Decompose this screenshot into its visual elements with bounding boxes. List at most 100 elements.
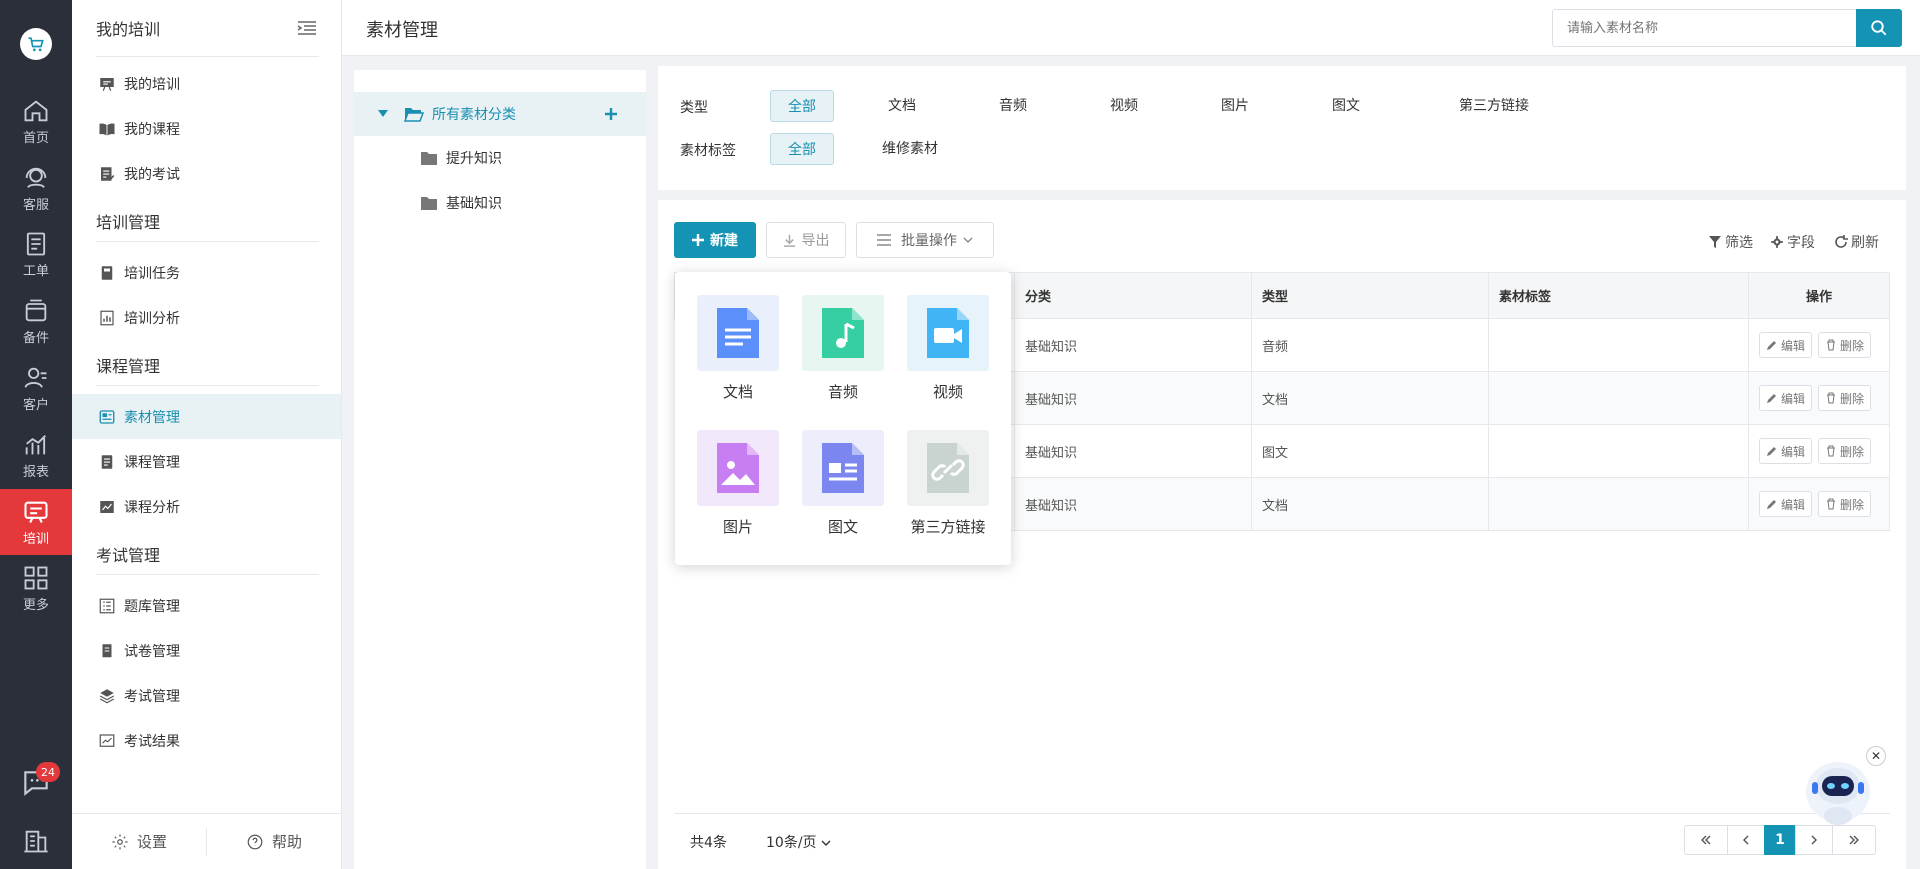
page-number-current[interactable]: 1 <box>1764 825 1796 855</box>
tree-item-label: 提升知识 <box>446 151 502 167</box>
presentation-icon <box>100 77 114 91</box>
filter-panel: 类型 全部 文档 音频 视频 图片 图文 第三方链接 素材标签 全部 维修素材 <box>658 66 1906 190</box>
refresh-button[interactable]: 刷新 <box>1834 232 1879 252</box>
sidebar-item-label: 考试结果 <box>124 733 180 750</box>
help-link[interactable]: 帮助 <box>207 831 341 852</box>
rail-item-report[interactable]: 报表 <box>0 422 72 488</box>
type-option-audio[interactable]: 音频 <box>981 90 1045 122</box>
close-icon[interactable]: ✕ <box>1866 746 1886 766</box>
rail-item-more[interactable]: 更多 <box>0 555 72 621</box>
task-icon <box>101 265 113 280</box>
type-filter-label: 类型 <box>680 100 708 116</box>
export-button[interactable]: 导出 <box>766 222 846 258</box>
app-rail: 首页 客服 工单 备件 客户 报表 培训 更多 24 <box>0 0 72 869</box>
filter-toggle[interactable]: 筛选 <box>1708 232 1753 252</box>
column-header-category[interactable]: 分类 <box>1014 272 1252 319</box>
type-option-link[interactable]: 第三方链接 <box>1448 90 1540 122</box>
edit-button[interactable]: 编辑 <box>1759 491 1813 517</box>
new-link-option[interactable]: 第三方链接 <box>903 430 993 537</box>
sidebar-item-label: 考试管理 <box>124 688 180 705</box>
delete-button[interactable]: 删除 <box>1818 491 1872 517</box>
list-icon <box>877 234 891 246</box>
sidebar-item-my-courses[interactable]: 我的课程 <box>72 106 341 151</box>
prev-page-button[interactable] <box>1727 825 1765 855</box>
download-icon <box>783 234 795 247</box>
type-option-article[interactable]: 图文 <box>1314 90 1378 122</box>
rail-item-ticket[interactable]: 工单 <box>0 221 72 287</box>
sidebar-item-my-training[interactable]: 我的培训 <box>72 61 341 106</box>
edit-button[interactable]: 编辑 <box>1759 385 1813 411</box>
new-image-option[interactable]: 图片 <box>697 430 779 537</box>
edit-button[interactable]: 编辑 <box>1759 332 1813 358</box>
document-icon <box>717 308 759 358</box>
rail-item-customer[interactable]: 客户 <box>0 355 72 421</box>
cell-tag <box>1488 424 1749 478</box>
column-header-type[interactable]: 类型 <box>1251 272 1489 319</box>
collapse-menu-icon[interactable] <box>297 20 317 36</box>
rail-item-service[interactable]: 客服 <box>0 155 72 221</box>
sidebar-item-label: 培训分析 <box>124 310 180 327</box>
type-option-video[interactable]: 视频 <box>1092 90 1156 122</box>
delete-button[interactable]: 删除 <box>1818 438 1872 464</box>
new-button[interactable]: 新建 <box>674 222 756 258</box>
new-document-option[interactable]: 文档 <box>697 295 779 402</box>
sidebar-item-my-exams[interactable]: 我的考试 <box>72 151 341 196</box>
page-size-select[interactable]: 10条/页 <box>766 832 831 852</box>
type-option-image[interactable]: 图片 <box>1203 90 1267 122</box>
rail-item-home[interactable]: 首页 <box>0 88 72 154</box>
delete-label: 删除 <box>1840 338 1865 353</box>
delete-button[interactable]: 删除 <box>1818 385 1872 411</box>
new-article-option[interactable]: 图文 <box>802 430 884 537</box>
sidebar-item-paper-management[interactable]: 试卷管理 <box>72 628 341 673</box>
pencil-icon <box>1767 341 1776 350</box>
batch-operations-button[interactable]: 批量操作 <box>856 222 994 258</box>
sidebar-item-exam-results[interactable]: 考试结果 <box>72 718 341 763</box>
rail-item-parts[interactable]: 备件 <box>0 288 72 354</box>
tile-icon-box <box>907 295 989 371</box>
total-count: 共4条 <box>690 835 727 851</box>
search-button[interactable] <box>1856 9 1902 47</box>
new-audio-option[interactable]: 音频 <box>802 295 884 402</box>
rail-item-training[interactable]: 培训 <box>0 489 72 555</box>
sidebar-item-question-bank[interactable]: 题库管理 <box>72 583 341 628</box>
app-logo[interactable] <box>20 28 52 60</box>
sidebar-item-training-analysis[interactable]: 培训分析 <box>72 295 341 340</box>
column-header-tag[interactable]: 素材标签 <box>1488 272 1749 319</box>
new-material-menu: 文档 音频 视频 图片 图文 第三方链接 <box>675 272 1011 565</box>
building-icon[interactable] <box>22 827 50 855</box>
sidebar-item-course-management[interactable]: 课程管理 <box>72 439 341 484</box>
fields-setting[interactable]: 字段 <box>1770 232 1815 252</box>
tile-icon-box <box>907 430 989 506</box>
edit-label: 编辑 <box>1781 391 1806 406</box>
sidebar-item-course-analysis[interactable]: 课程分析 <box>72 484 341 529</box>
settings-link[interactable]: 设置 <box>72 831 206 852</box>
tree-item[interactable]: 提升知识 <box>420 136 502 180</box>
type-option-document[interactable]: 文档 <box>870 90 934 122</box>
trash-icon <box>1827 392 1836 404</box>
chevron-right-icon <box>1811 835 1817 845</box>
sidebar-item-training-tasks[interactable]: 培训任务 <box>72 250 341 295</box>
edit-button[interactable]: 编辑 <box>1759 438 1813 464</box>
double-chevron-left-icon <box>1701 835 1711 845</box>
tree-item[interactable]: 基础知识 <box>420 181 502 225</box>
delete-button[interactable]: 删除 <box>1818 332 1872 358</box>
sidebar-item-material-management[interactable]: 素材管理 <box>72 394 341 439</box>
sidebar-item-exam-management[interactable]: 考试管理 <box>72 673 341 718</box>
tile-icon-box <box>802 295 884 371</box>
cell-tag <box>1488 477 1749 531</box>
batch-button-label: 批量操作 <box>901 233 957 249</box>
tag-option-all[interactable]: 全部 <box>770 133 834 165</box>
tile-label: 图片 <box>722 518 753 536</box>
add-category-icon[interactable] <box>604 107 618 121</box>
search-box <box>1552 9 1902 47</box>
tag-option-repair[interactable]: 维修素材 <box>870 133 950 165</box>
folder-icon <box>421 197 437 210</box>
tile-icon-box <box>802 430 884 506</box>
type-option-all[interactable]: 全部 <box>770 90 834 122</box>
new-video-option[interactable]: 视频 <box>907 295 989 402</box>
search-input[interactable] <box>1552 9 1856 47</box>
assistant-robot-icon[interactable] <box>1800 746 1876 832</box>
sidebar-footer: 设置 帮助 <box>72 813 341 869</box>
tree-root-all-categories[interactable]: 所有素材分类 <box>354 92 646 136</box>
first-page-button[interactable] <box>1684 825 1728 855</box>
